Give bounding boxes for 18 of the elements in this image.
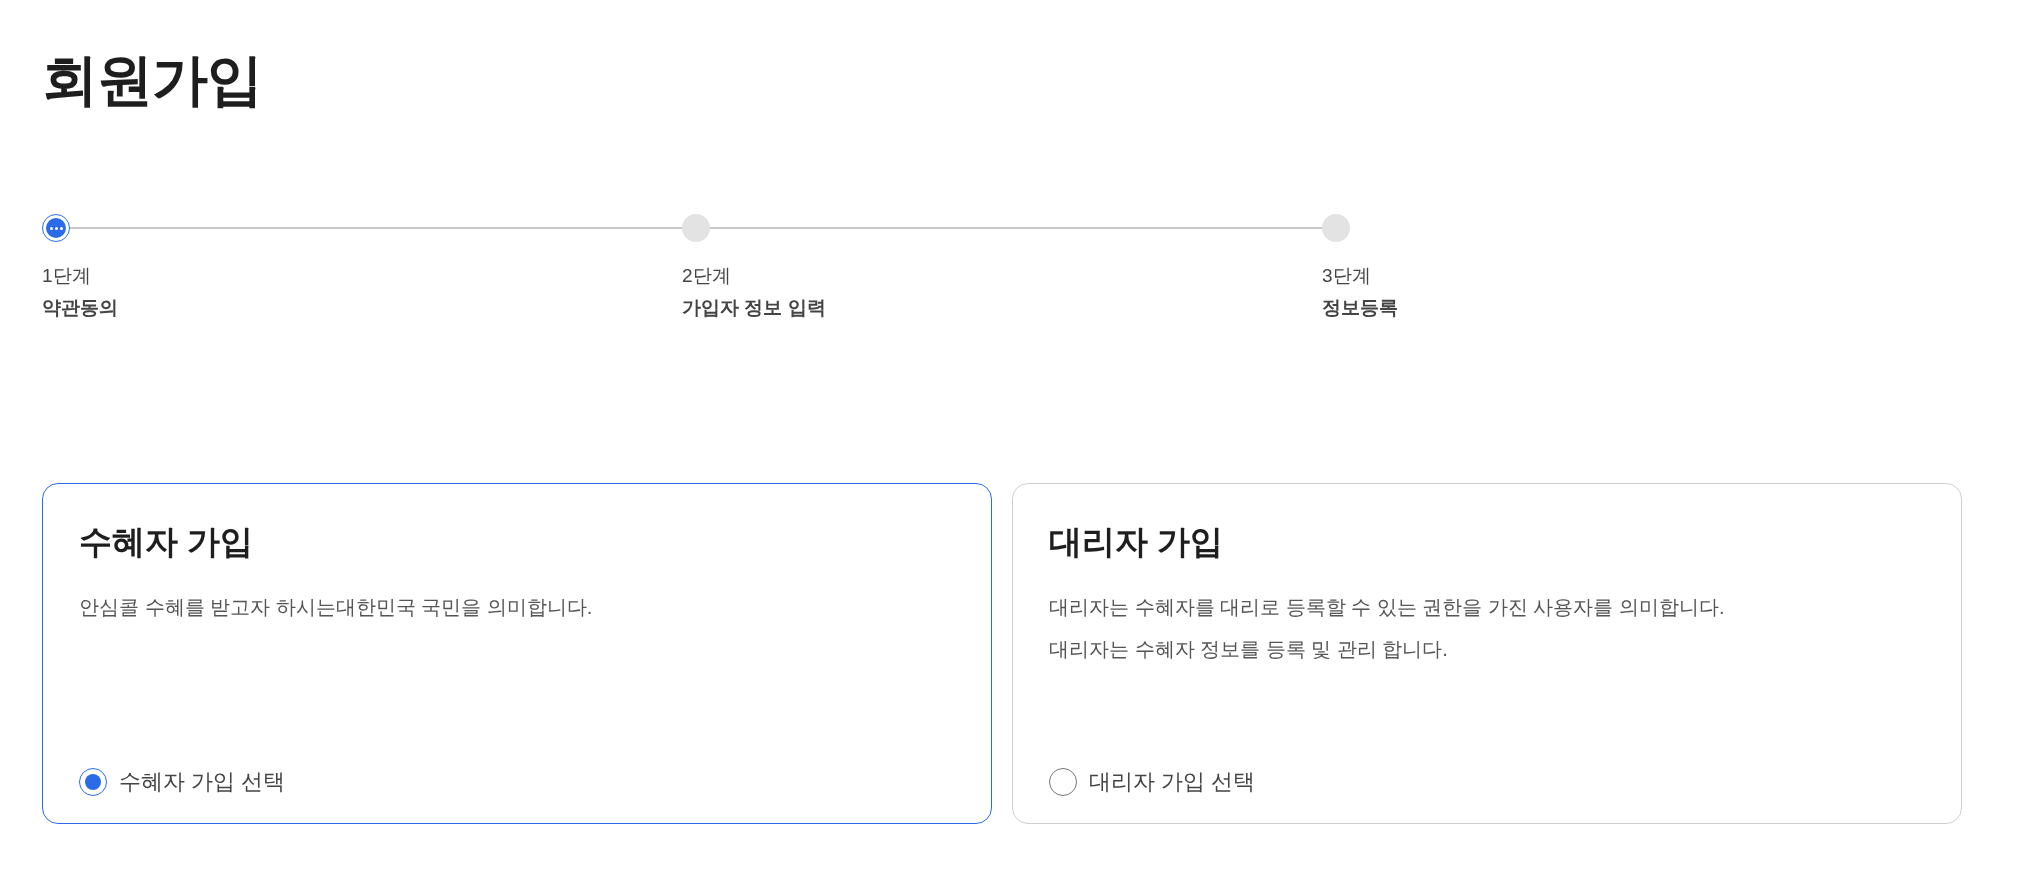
step-label: 약관동의 — [42, 296, 118, 320]
step-label: 가입자 정보 입력 — [682, 296, 826, 320]
card-description: 대리자는 수혜자 정보를 등록 및 관리 합니다. — [1049, 637, 1448, 662]
card-description: 안심콜 수혜를 받고자 하시는대한민국 국민을 의미합니다. — [79, 595, 593, 620]
radio-label[interactable]: 수혜자 가입 선택 — [119, 767, 286, 797]
radio-label[interactable]: 대리자 가입 선택 — [1089, 767, 1256, 797]
page-title: 회원가입 — [42, 47, 262, 113]
step-number: 1단계 — [42, 264, 91, 288]
card-title: 대리자 가입 — [1049, 522, 1224, 562]
signup-option-card[interactable]: 수혜자 가입 안심콜 수혜를 받고자 하시는대한민국 국민을 의미합니다. 수혜자 가입 선택 — [42, 483, 992, 824]
step-number: 3단계 — [1322, 264, 1371, 288]
step-number: 2단계 — [682, 264, 731, 288]
step-label: 정보등록 — [1322, 296, 1398, 320]
signup-option-card[interactable]: 대리자 가입 대리자는 수혜자를 대리로 등록할 수 있는 권한을 가진 사용자를 의미합니다. 대리자는 수혜자 정보를 등록 및 관리 합니다. 대리자 가입 선택 — [1012, 483, 1962, 824]
radio-button[interactable] — [1049, 768, 1077, 796]
card-description: 대리자는 수혜자를 대리로 등록할 수 있는 권한을 가진 사용자를 의미합니다. — [1049, 595, 1725, 620]
radio-button[interactable] — [79, 768, 107, 796]
card-title: 수혜자 가입 — [79, 522, 254, 562]
